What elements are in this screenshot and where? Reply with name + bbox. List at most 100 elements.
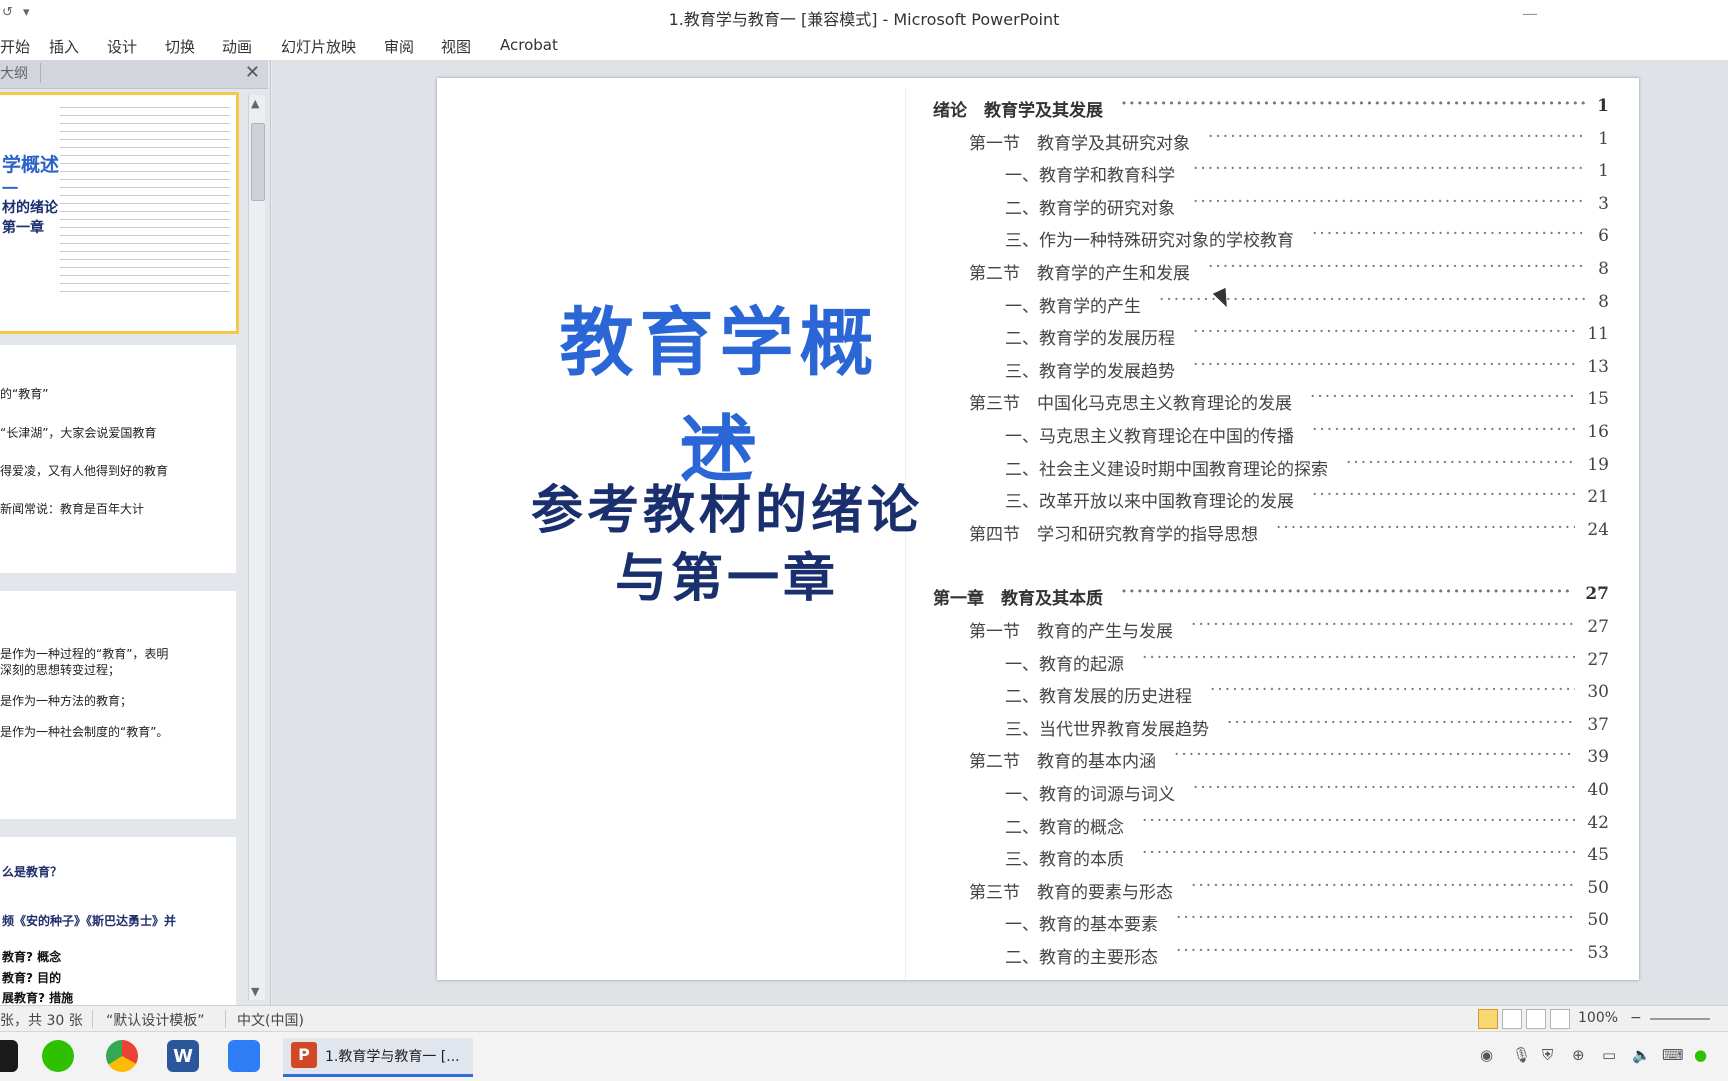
volume-icon[interactable]: 🔈 xyxy=(1632,1046,1651,1064)
toc-page-number: 11 xyxy=(1587,324,1609,345)
close-icon[interactable]: ✕ xyxy=(245,62,260,83)
toc-entry: 第三节 教育的要素与形态 ····························… xyxy=(969,876,1609,904)
toc-label: 一、马克思主义教育理论在中国的传播 xyxy=(1005,427,1294,447)
status-bar: 张，共 30 张 “默认设计模板” 中文(中国) 100% − xyxy=(0,1005,1728,1032)
keyboard-icon[interactable]: ⌨ xyxy=(1662,1046,1684,1064)
powerpoint-taskbar-button[interactable]: P 1.教育学与教育一 [... xyxy=(283,1038,473,1077)
toc-leader-dots: ········································… xyxy=(1191,615,1576,635)
toc-page-number: 21 xyxy=(1587,487,1609,508)
minimize-button[interactable]: — xyxy=(1522,4,1538,23)
feishu-icon[interactable] xyxy=(228,1040,260,1072)
slide-thumbnail-3[interactable]: 是作为一种过程的“教育”，表明 深刻的思想转变过程； 是作为一种方法的教育； 是… xyxy=(0,591,236,819)
tab-review[interactable]: 审阅 xyxy=(384,36,414,57)
slide-subtitle[interactable]: 与第一章 xyxy=(517,536,937,611)
slide-thumbnail-1[interactable]: 学概述 一 材的绪论 第一章 xyxy=(0,92,239,334)
toc-label: 三、教育学的发展趋势 xyxy=(1005,361,1175,382)
shield-icon[interactable]: ⛨ xyxy=(1542,1046,1553,1064)
thumb-text-line: 频《安的种子》《斯巴达勇士》并 xyxy=(2,914,177,928)
normal-view-button[interactable] xyxy=(1478,1009,1498,1029)
thumbnails-scrollbar[interactable]: ▲ ▼ xyxy=(248,95,265,1000)
toc-page-number: 39 xyxy=(1587,747,1609,768)
toc-label: 一、教育学的产生 xyxy=(1005,296,1141,317)
thumb-toc-lines xyxy=(60,107,230,299)
toc-leader-dots: ········································… xyxy=(1121,582,1574,603)
zoom-slider[interactable] xyxy=(1650,1018,1710,1020)
toc-page-number: 24 xyxy=(1587,519,1609,540)
zoom-level[interactable]: 100% xyxy=(1578,1010,1618,1026)
reading-view-button[interactable] xyxy=(1526,1009,1546,1029)
toc-label: 三、教育的本质 xyxy=(1005,850,1124,871)
tab-animations[interactable]: 动画 xyxy=(222,36,252,57)
toc-entry: 二、教育发展的历史进程 ·····························… xyxy=(1005,680,1609,708)
toc-leader-dots: ········································… xyxy=(1142,647,1576,668)
wechat-icon[interactable] xyxy=(42,1040,74,1072)
powerpoint-icon: P xyxy=(291,1042,317,1068)
toc-leader-dots: ········································… xyxy=(1193,159,1586,180)
toc-entry: 第二节 教育学的产生和发展 ···························… xyxy=(969,257,1609,285)
toc-page-number: 15 xyxy=(1587,389,1609,410)
toc-page-number: 53 xyxy=(1587,943,1609,963)
tab-acrobat[interactable]: Acrobat xyxy=(500,36,558,54)
thumb-text-line: “长津湖”，大家会说爱国教育 xyxy=(0,426,157,440)
tab-home[interactable]: 开始 xyxy=(0,36,30,57)
slide-thumbnail-2[interactable]: 的“教育” “长津湖”，大家会说爱国教育 得爱凌，又有人他得到好的教育 新闻常说… xyxy=(0,345,236,573)
thumb-text-line: 新闻常说：教育是百年大计 xyxy=(0,502,145,516)
toc-page-number: 40 xyxy=(1587,780,1609,800)
toc-page-number: 42 xyxy=(1587,812,1609,833)
toc-entry: 一、教育的词源与词义 ······························… xyxy=(1005,778,1609,806)
toc-leader-dots: ········································… xyxy=(1193,322,1576,343)
toc-page-number: 19 xyxy=(1587,454,1609,475)
slideshow-button[interactable] xyxy=(1550,1009,1570,1029)
scrollbar-thumb[interactable] xyxy=(251,123,265,201)
toc-entry: 一、教育的基本要素 ·······························… xyxy=(1005,908,1609,936)
qq-icon[interactable] xyxy=(0,1040,18,1072)
thumb-subtitle: 第一章 xyxy=(2,220,44,236)
word-icon[interactable]: W xyxy=(167,1040,199,1072)
toc-leader-dots: ········································… xyxy=(1121,94,1586,114)
toc-label: 二、教育的概念 xyxy=(1005,817,1124,838)
toc-label: 第二节 教育的基本内涵 xyxy=(969,752,1156,773)
tab-insert[interactable]: 插入 xyxy=(49,36,79,57)
toc-page-number: 27 xyxy=(1587,617,1609,637)
toc-entry: 第一节 教育的产生与发展 ····························… xyxy=(969,615,1609,643)
title-bar: ↺ ▾ 1.教育学与教育一 [兼容模式] - Microsoft PowerPo… xyxy=(0,0,1728,32)
toc-label: 二、教育的主要形态 xyxy=(1005,948,1158,968)
toc-entry: 第四节 学习和研究教育学的指导思想 ·······················… xyxy=(969,517,1609,546)
toc-leader-dots: ········································… xyxy=(1276,517,1575,538)
tab-transitions[interactable]: 切换 xyxy=(165,36,195,57)
toc-page-number: 8 xyxy=(1598,259,1609,279)
slide-sorter-button[interactable] xyxy=(1502,1009,1522,1029)
slide-thumbnail-4[interactable]: 么是教育？ 频《安的种子》《斯巴达勇士》并 教育? 概念 教育? 目的 展教育?… xyxy=(0,837,236,1005)
thumb-text-line: 的“教育” xyxy=(0,387,49,401)
toc-label: 一、教育的起源 xyxy=(1005,654,1124,675)
toc-label: 一、教育的词源与词义 xyxy=(1005,785,1175,805)
current-slide[interactable]: 教育学概述 一 参考教材的绪论 与第一章 绪论 教育学及其发展 ·········… xyxy=(437,78,1639,980)
scroll-up-icon[interactable]: ▲ xyxy=(251,97,259,110)
toc-leader-dots: ········································… xyxy=(1312,420,1575,440)
chrome-icon[interactable] xyxy=(106,1040,138,1072)
wechat-tray-icon[interactable]: ● xyxy=(1694,1046,1707,1064)
tab-slideshow[interactable]: 幻灯片放映 xyxy=(281,36,356,57)
toc-leader-dots: ········································… xyxy=(1227,712,1575,733)
language[interactable]: 中文(中国) xyxy=(237,1010,304,1030)
zoom-out-button[interactable]: − xyxy=(1630,1010,1642,1026)
slide-subtitle[interactable]: 参考教材的绪论 xyxy=(517,468,937,543)
toc-label: 第三节 教育的要素与形态 xyxy=(969,882,1173,903)
scroll-down-icon[interactable]: ▼ xyxy=(251,985,259,998)
toc-leader-dots: ········································… xyxy=(1142,810,1576,831)
toc-entry: 一、教育的起源 ·································… xyxy=(1005,647,1609,676)
toc-page-number: 37 xyxy=(1587,714,1609,735)
toc-entry: 一、马克思主义教育理论在中国的传播 ·······················… xyxy=(1005,420,1609,448)
thumb-text-line: 是作为一种方法的教育； xyxy=(0,694,133,708)
pane-header: 大纲 ✕ xyxy=(0,60,268,89)
toc-leader-dots: ········································… xyxy=(1142,843,1576,864)
thumb-text-line: 展教育? 措施 xyxy=(2,991,74,1005)
toc-entry: 三、教育的本质 ·································… xyxy=(1005,843,1609,871)
tab-design[interactable]: 设计 xyxy=(107,36,137,57)
outline-tab[interactable]: 大纲 xyxy=(0,63,41,83)
tab-view[interactable]: 视图 xyxy=(441,36,471,57)
microphone-icon[interactable]: 🎙 xyxy=(1512,1046,1531,1064)
update-icon[interactable]: ⊕ xyxy=(1572,1046,1585,1064)
display-icon[interactable]: ▭ xyxy=(1602,1046,1616,1064)
network-icon[interactable]: ◉ xyxy=(1480,1046,1493,1064)
